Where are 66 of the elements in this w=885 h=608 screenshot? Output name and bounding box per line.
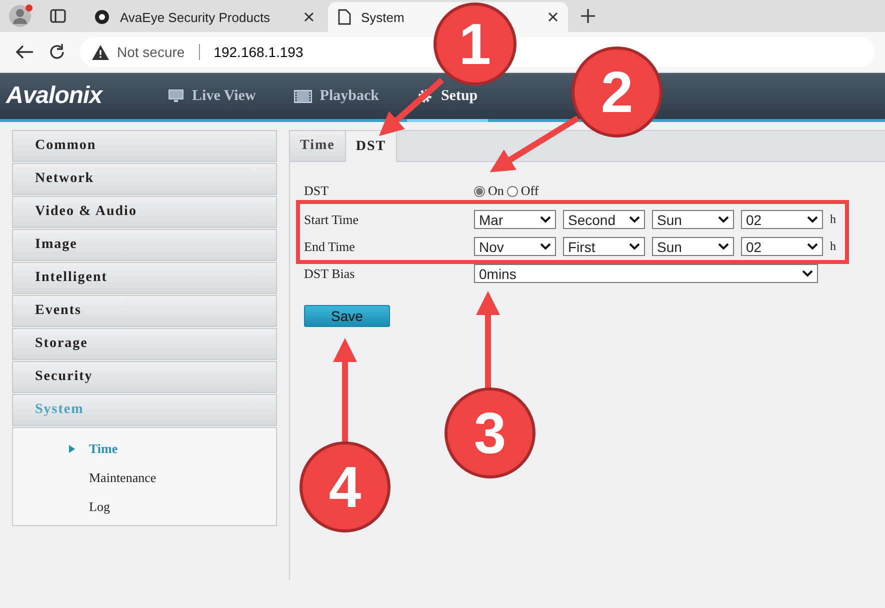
unit-label: h bbox=[830, 212, 836, 227]
nav-tab[interactable]: Playback bbox=[294, 88, 379, 104]
submenu-item[interactable]: Maintenance bbox=[89, 470, 156, 486]
url-text: 192.168.1.193 bbox=[214, 44, 304, 60]
sidebar-item[interactable]: Intelligent bbox=[12, 262, 277, 294]
chevron-down-icon bbox=[807, 216, 818, 223]
dropdown[interactable]: Second bbox=[563, 210, 645, 229]
radio-button[interactable] bbox=[506, 186, 518, 196]
submenu-item[interactable]: Time bbox=[89, 440, 118, 456]
radio-label: Off bbox=[520, 183, 539, 199]
chevron-down-icon bbox=[540, 216, 551, 223]
field-label: End Time bbox=[304, 238, 355, 254]
film-icon bbox=[294, 90, 312, 102]
tab-actions-icon[interactable] bbox=[50, 9, 66, 23]
dropdown[interactable]: Sun bbox=[652, 210, 734, 229]
settings-tab[interactable]: DST bbox=[346, 131, 398, 162]
unit-label: h bbox=[830, 239, 836, 254]
chevron-down-icon bbox=[718, 243, 729, 250]
step-badge: 3 bbox=[444, 388, 536, 478]
submenu-item[interactable]: Log bbox=[89, 498, 110, 514]
chevron-down-icon bbox=[802, 270, 813, 277]
nav-tab[interactable]: Setup bbox=[416, 88, 478, 104]
page-icon bbox=[338, 9, 351, 25]
dropdown[interactable]: 02 bbox=[741, 237, 823, 256]
field-label: Start Time bbox=[304, 212, 359, 228]
chevron-down-icon bbox=[718, 216, 729, 223]
step-badge: 1 bbox=[434, 2, 516, 86]
sidebar-item[interactable]: Storage bbox=[12, 328, 277, 360]
field-label: DST bbox=[304, 183, 329, 199]
sidebar-item[interactable]: Events bbox=[12, 295, 277, 327]
monitor-icon bbox=[168, 89, 184, 103]
dropdown[interactable]: Sun bbox=[652, 237, 734, 256]
dropdown[interactable]: 02 bbox=[741, 210, 823, 229]
security-warning[interactable]: Not secure bbox=[117, 44, 185, 60]
sidebar-item[interactable]: Security bbox=[12, 361, 277, 393]
chevron-down-icon bbox=[629, 243, 640, 250]
chevron-down-icon bbox=[629, 216, 640, 223]
step-badge: 2 bbox=[572, 46, 662, 138]
step-badge: 4 bbox=[300, 442, 390, 532]
settings-icon bbox=[416, 88, 433, 104]
back-icon[interactable] bbox=[16, 45, 34, 59]
brand-logo: Avalonix bbox=[6, 82, 102, 110]
browser-tab[interactable]: AvaEye Security Products bbox=[84, 2, 324, 32]
radio-label: On bbox=[488, 183, 504, 199]
sidebar-item[interactable]: Network bbox=[12, 163, 277, 195]
warning-icon bbox=[92, 44, 109, 60]
dropdown[interactable]: First bbox=[563, 237, 645, 256]
dropdown[interactable]: Nov bbox=[474, 237, 556, 256]
close-icon[interactable] bbox=[548, 12, 558, 22]
radio-button[interactable] bbox=[474, 186, 485, 196]
favicon-icon bbox=[94, 9, 110, 25]
sidebar-item[interactable]: Common bbox=[12, 130, 277, 162]
settings-tab[interactable]: Time bbox=[290, 131, 346, 161]
chevron-down-icon bbox=[540, 243, 551, 250]
reload-icon[interactable] bbox=[48, 43, 66, 61]
sidebar-item[interactable]: Video & Audio bbox=[12, 196, 277, 228]
nav-tab[interactable]: Live View bbox=[168, 88, 256, 104]
close-icon[interactable] bbox=[304, 12, 314, 22]
new-tab-icon[interactable] bbox=[580, 8, 596, 24]
chevron-down-icon bbox=[807, 243, 818, 250]
dropdown[interactable]: Mar bbox=[474, 210, 556, 229]
dropdown[interactable]: 0mins bbox=[474, 264, 818, 283]
pointer-icon bbox=[69, 444, 75, 452]
sidebar-item[interactable]: Image bbox=[12, 229, 277, 261]
save-button[interactable]: Save bbox=[304, 305, 390, 327]
field-label: DST Bias bbox=[304, 266, 355, 282]
